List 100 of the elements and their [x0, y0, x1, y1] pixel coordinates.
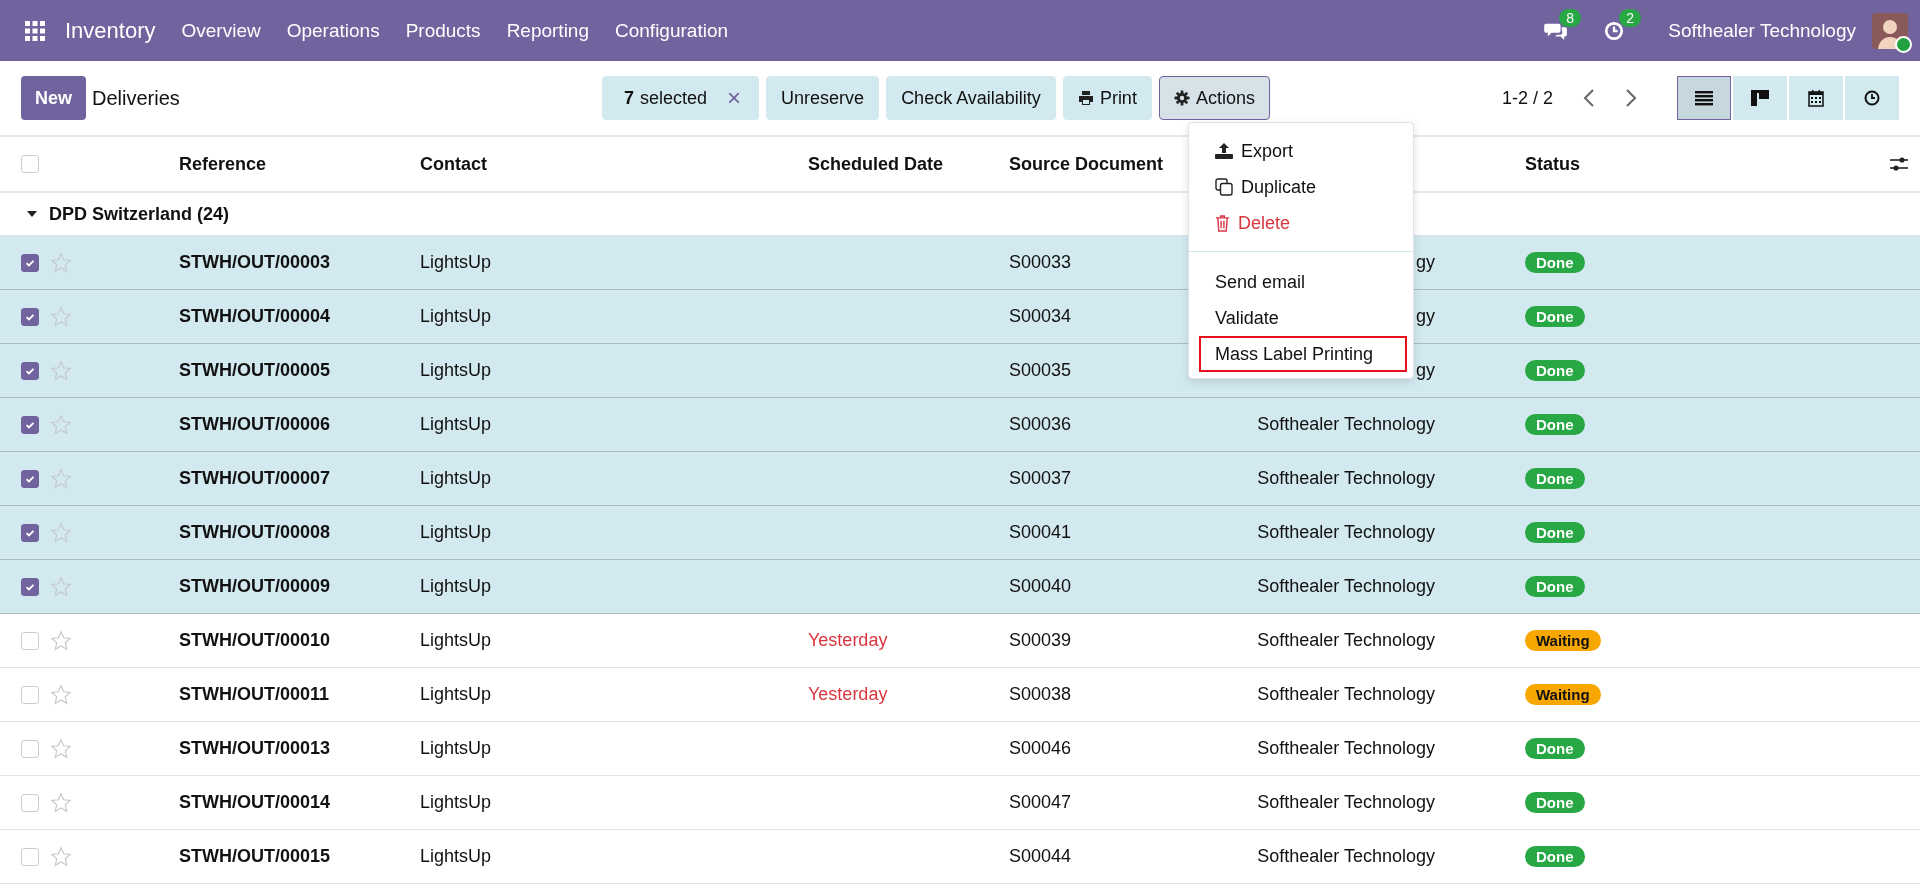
table-cell: STWH/OUT/00006 [179, 414, 331, 435]
table-cell: S00038 [1009, 684, 1072, 705]
status-badge: Done [1525, 576, 1585, 597]
previous-page-icon[interactable] [1583, 88, 1595, 108]
menu-item[interactable]: Duplicate [1189, 169, 1413, 205]
star-icon[interactable] [50, 521, 72, 544]
table-cell: S00033 [1009, 252, 1072, 273]
table-cell: STWH/OUT/00004 [179, 306, 331, 327]
menu-item[interactable]: Delete [1189, 205, 1413, 241]
table-cell: LightsUp [420, 846, 492, 867]
table-cell: STWH/OUT/00014 [179, 792, 331, 813]
kanban-view-button[interactable] [1733, 76, 1787, 120]
star-icon[interactable] [50, 791, 72, 814]
status-badge: Done [1525, 522, 1585, 543]
column-header[interactable]: Source Document [1009, 153, 1164, 175]
print-button[interactable]: Print [1062, 76, 1152, 120]
calendar-icon [1808, 89, 1824, 107]
table-cell: LightsUp [420, 792, 492, 813]
table-cell: LightsUp [420, 684, 492, 705]
status-badge: Done [1525, 792, 1585, 813]
list-view-button[interactable] [1677, 76, 1731, 120]
menu-item[interactable]: Reporting [506, 19, 589, 42]
column-header[interactable]: Scheduled Date [808, 153, 944, 175]
row-checkbox[interactable] [21, 253, 39, 272]
action-button[interactable]: Check Availability [886, 76, 1056, 120]
row-checkbox[interactable] [21, 577, 39, 596]
star-icon[interactable] [50, 575, 72, 598]
caret-icon[interactable] [27, 209, 37, 219]
new-button[interactable]: New [21, 76, 86, 120]
table-cell: S00044 [1009, 846, 1072, 867]
menu-item[interactable]: Validate [1189, 300, 1413, 336]
table-cell: gy [1416, 306, 1435, 327]
user-avatar[interactable] [1872, 12, 1908, 49]
message-count-badge: 8 [1559, 8, 1582, 27]
menu-item[interactable]: Configuration [615, 19, 729, 42]
table-cell: S00041 [1009, 522, 1072, 543]
star-icon[interactable] [50, 845, 72, 868]
row-checkbox[interactable] [21, 361, 39, 380]
column-header[interactable]: Contact [420, 153, 487, 175]
action-button[interactable]: Unreserve [766, 76, 880, 120]
table-cell: S00036 [1009, 414, 1072, 435]
table-cell: LightsUp [420, 252, 492, 273]
table-cell: STWH/OUT/00007 [179, 468, 331, 489]
status-badge: Waiting [1525, 630, 1601, 651]
table-cell: STWH/OUT/00005 [179, 360, 331, 381]
table-cell: S00047 [1009, 792, 1072, 813]
table-cell: STWH/OUT/00010 [179, 630, 331, 651]
table-cell: STWH/OUT/00015 [179, 846, 331, 867]
menu-item[interactable]: Overview [181, 19, 261, 42]
menu-item[interactable]: Operations [286, 19, 380, 42]
clock-icon[interactable] [1604, 20, 1625, 41]
column-header[interactable]: Status [1525, 153, 1580, 175]
activity-view-button[interactable] [1845, 76, 1899, 120]
next-page-icon[interactable] [1625, 88, 1637, 108]
table-cell: Softhealer Technology [1257, 630, 1435, 651]
star-icon[interactable] [50, 359, 72, 382]
row-checkbox[interactable] [21, 523, 39, 542]
clock-icon [1864, 90, 1880, 106]
star-icon[interactable] [50, 305, 72, 328]
row-checkbox[interactable] [21, 415, 39, 434]
settings-icon[interactable] [1890, 156, 1908, 172]
group-label[interactable]: DPD Switzerland (24) [49, 203, 230, 225]
table-cell: Softhealer Technology [1257, 738, 1435, 759]
kanban-icon [1751, 90, 1769, 106]
star-icon[interactable] [50, 467, 72, 490]
table-cell: S00046 [1009, 738, 1072, 759]
table-cell: S00035 [1009, 360, 1072, 381]
table-cell: S00037 [1009, 468, 1072, 489]
star-icon[interactable] [50, 629, 72, 652]
menu-item[interactable]: Products [405, 19, 481, 42]
clear-selection-button[interactable]: × [723, 84, 746, 112]
menu-item[interactable]: Mass Label Printing [1199, 336, 1407, 372]
table-cell: STWH/OUT/00008 [179, 522, 331, 543]
star-icon[interactable] [50, 251, 72, 274]
table-cell: LightsUp [420, 360, 492, 381]
table-cell: LightsUp [420, 522, 492, 543]
row-checkbox[interactable] [21, 307, 39, 326]
table-cell: LightsUp [420, 468, 492, 489]
star-icon[interactable] [50, 683, 72, 706]
copy-icon [1215, 178, 1233, 196]
pager-value: 1-2 / 2 [1501, 87, 1553, 109]
status-badge: Done [1525, 738, 1585, 759]
calendar-view-button[interactable] [1789, 76, 1843, 120]
table-cell: Softhealer Technology [1257, 468, 1435, 489]
table-cell: Softhealer Technology [1257, 522, 1435, 543]
company-name[interactable]: Softhealer Technology [1668, 19, 1856, 42]
table-cell: LightsUp [420, 576, 492, 597]
menu-item[interactable]: Send email [1189, 251, 1413, 300]
app-name[interactable]: Inventory [65, 17, 156, 44]
apps-menu-icon[interactable] [25, 20, 45, 41]
select-all-checkbox[interactable] [21, 155, 39, 173]
actions-button[interactable]: Actions [1158, 76, 1270, 120]
column-header[interactable]: Reference [179, 153, 267, 175]
row-checkbox[interactable] [21, 469, 39, 488]
star-icon[interactable] [50, 413, 72, 436]
table-cell: Softhealer Technology [1257, 792, 1435, 813]
menu-item[interactable]: Export [1189, 133, 1413, 169]
star-icon[interactable] [50, 737, 72, 760]
table-cell: S00040 [1009, 576, 1072, 597]
page-title: Deliveries [92, 86, 181, 110]
